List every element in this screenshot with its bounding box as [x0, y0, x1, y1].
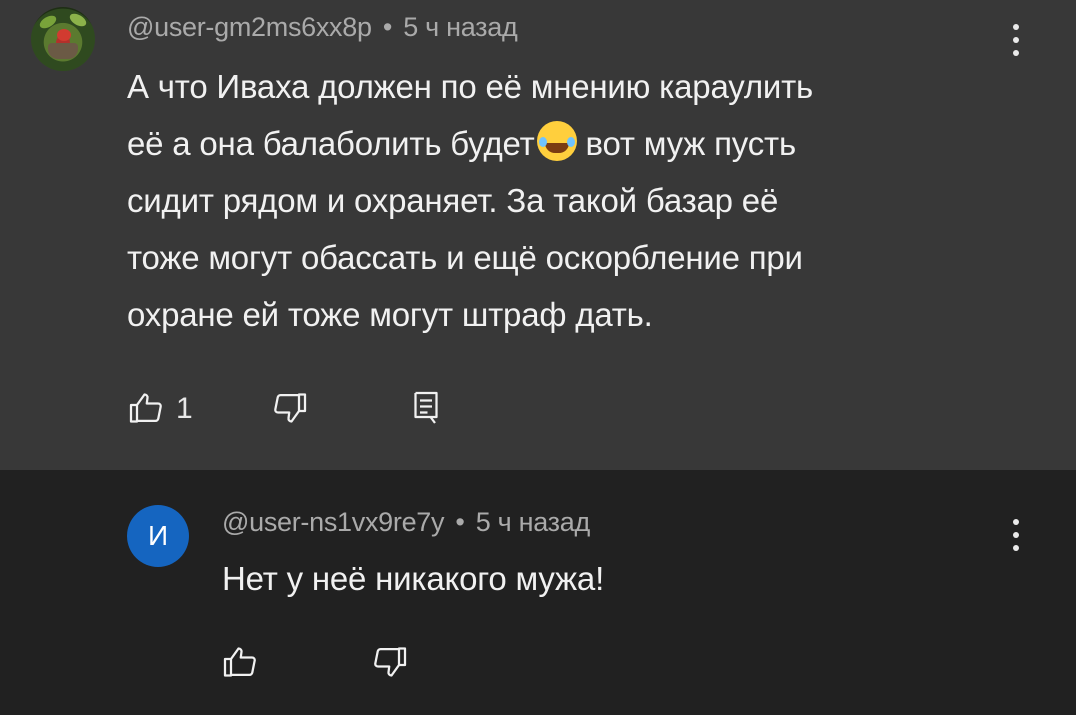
- reply-time: 5 ч назад: [475, 507, 590, 537]
- reply-icon[interactable]: [410, 390, 442, 426]
- reply-author[interactable]: @user-ns1vx9re7y: [222, 507, 445, 537]
- dislike-icon[interactable]: [372, 644, 408, 680]
- comment-text: А что Иваха должен по её мнению караулит…: [127, 58, 813, 343]
- like-icon[interactable]: [222, 644, 258, 680]
- dislike-icon[interactable]: [272, 390, 308, 426]
- comment-line: А что Иваха должен по её мнению караулит…: [127, 68, 814, 105]
- reply-text: Нет у неё никакого мужа!: [222, 560, 605, 597]
- like-count: 1: [176, 392, 193, 425]
- comment-author[interactable]: @user-gm2ms6xx8p: [127, 12, 372, 42]
- meta-separator: •: [382, 12, 393, 42]
- comment-line: её а она балаболить будет вот муж пусть: [127, 115, 813, 172]
- reply-author-avatar[interactable]: И: [127, 505, 189, 567]
- more-vert-icon[interactable]: [1008, 21, 1024, 61]
- comment-thread-main: @user-gm2ms6xx8p • 5 ч назад А что Иваха…: [0, 0, 1076, 470]
- like-icon[interactable]: [128, 390, 164, 426]
- more-vert-icon[interactable]: [1008, 516, 1024, 556]
- reply-meta: @user-ns1vx9re7y • 5 ч назад: [222, 507, 590, 538]
- author-avatar[interactable]: [31, 7, 95, 71]
- comment-time: 5 ч назад: [403, 12, 518, 42]
- comment-line: сидит рядом и охраняет. За такой базар е…: [127, 182, 779, 219]
- comment-meta: @user-gm2ms6xx8p • 5 ч назад: [127, 12, 518, 43]
- comment-line: охране ей тоже могут штраф дать.: [127, 296, 653, 333]
- grinning-squinting-tears-emoji-icon: [536, 121, 577, 161]
- meta-separator: •: [455, 507, 465, 537]
- comment-line: тоже могут обассать и ещё оскорбление пр…: [127, 239, 803, 276]
